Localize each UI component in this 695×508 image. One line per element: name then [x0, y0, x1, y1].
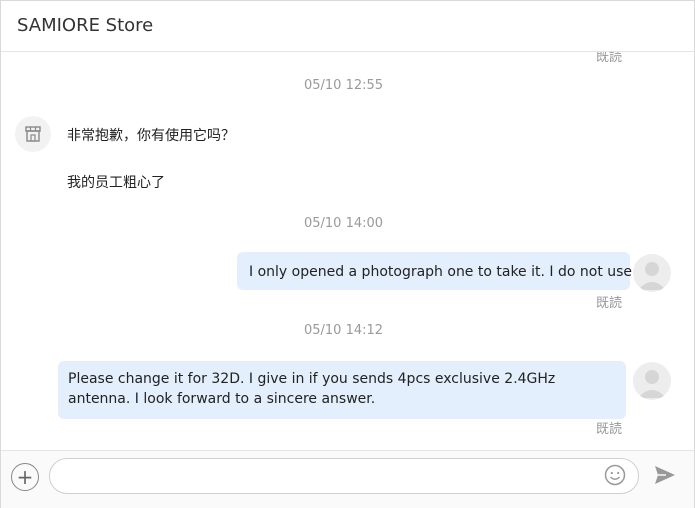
store-title: SAMIORE Store — [17, 15, 154, 36]
chat-window: SAMIORE Store 既読 05/10 12:55 非常抱歉，你有使用它吗… — [0, 0, 695, 508]
user-message-bubble: Please change it for 32D. I give in if y… — [58, 361, 626, 419]
message-list[interactable]: 既読 05/10 12:55 非常抱歉，你有使用它吗？ 我的员工粗心了 05/1… — [1, 52, 694, 449]
user-avatar-icon — [638, 262, 666, 290]
add-attachment-button[interactable]: + — [11, 463, 39, 491]
store-avatar — [15, 116, 51, 152]
timestamp: 05/10 14:12 — [303, 323, 384, 338]
read-receipt: 既読 — [595, 296, 622, 311]
plus-icon: + — [16, 465, 34, 489]
message-input[interactable] — [49, 458, 639, 494]
composer-bar: + — [1, 450, 694, 508]
store-message: 非常抱歉，你有使用它吗？ — [67, 128, 235, 144]
user-avatar-icon — [638, 370, 666, 398]
store-message: 我的员工粗心了 — [67, 175, 165, 191]
timestamp: 05/10 12:55 — [303, 78, 384, 93]
read-receipt: 既読 — [595, 422, 622, 437]
chat-header: SAMIORE Store — [1, 1, 694, 52]
read-receipt-top: 既読 — [595, 52, 622, 65]
send-icon[interactable] — [653, 464, 677, 486]
user-avatar — [633, 362, 671, 400]
store-icon — [25, 126, 41, 142]
user-avatar — [633, 254, 671, 292]
timestamp: 05/10 14:00 — [303, 216, 384, 231]
smiley-icon[interactable] — [604, 464, 626, 486]
user-message-bubble: I only opened a photograph one to take i… — [237, 252, 655, 290]
